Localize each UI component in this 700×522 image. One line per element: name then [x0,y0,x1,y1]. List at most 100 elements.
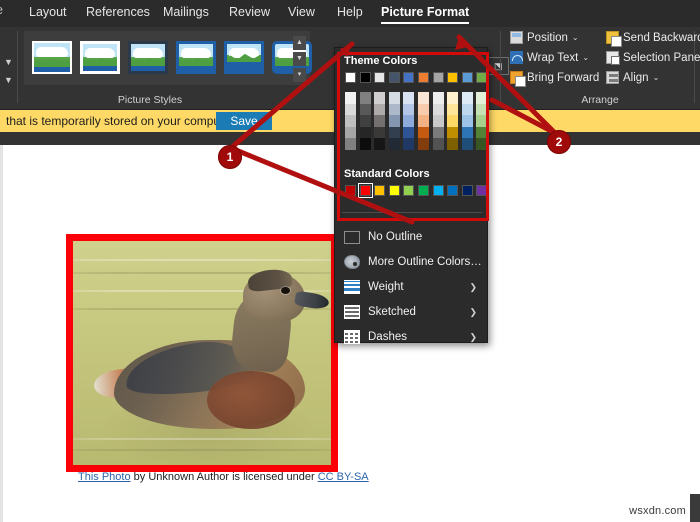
theme-variant-swatch-2-9[interactable] [476,115,488,127]
chevron-down-icon[interactable]: ⌄ [582,53,589,62]
theme-variant-swatch-3-4[interactable] [403,126,415,138]
menu-item-more-outline-colors[interactable]: More Outline Colors… [336,250,487,274]
theme-variant-swatch-2-5[interactable] [418,115,429,127]
caption-link-this-photo[interactable]: This Photo [78,471,131,483]
theme-variant-swatch-3-8[interactable] [461,126,473,138]
standard-color-swatch-6[interactable] [432,185,444,196]
theme-color-swatch-7[interactable] [447,72,459,83]
picture-style-thumb-5[interactable] [224,41,264,74]
tab-layout[interactable]: Layout [26,3,70,22]
theme-variant-swatch-2-6[interactable] [432,115,444,127]
theme-variant-swatch-0-4[interactable] [403,92,415,104]
standard-color-swatch-2[interactable] [374,185,386,196]
theme-variant-swatch-0-7[interactable] [447,92,459,104]
theme-variant-swatch-1-3[interactable] [388,103,400,115]
picture-border-dropdown[interactable]: Theme Colors Standard Colors No Outline … [334,47,488,344]
chevron-down-icon[interactable]: ⌄ [572,33,579,42]
theme-variant-swatch-0-9[interactable] [476,92,488,104]
ribbon-scroll-up-icon[interactable]: ▼ [4,57,13,67]
gallery-scroll-down-icon[interactable]: ▼ [293,52,306,66]
theme-color-swatch-3[interactable] [388,72,400,83]
theme-variant-swatch-1-1[interactable] [359,103,371,115]
theme-variant-swatch-3-3[interactable] [388,126,400,138]
theme-variant-swatch-0-3[interactable] [388,92,400,104]
theme-variant-swatch-0-2[interactable] [374,92,386,104]
theme-variant-swatch-4-1[interactable] [359,138,371,150]
theme-color-swatch-1[interactable] [359,72,371,83]
theme-variant-swatch-4-0[interactable] [345,138,356,150]
standard-color-swatch-4[interactable] [403,185,415,196]
arrange-selection-pane-button[interactable]: Selection Pane [606,51,700,65]
picture-style-thumb-3[interactable] [128,41,168,74]
duck-photo[interactable] [73,241,331,465]
picture-style-thumb-6[interactable] [272,41,312,74]
theme-variant-swatch-2-7[interactable] [447,115,459,127]
picture-style-thumb-1[interactable] [32,41,72,74]
theme-variant-swatch-1-5[interactable] [418,103,429,115]
theme-variant-swatch-3-1[interactable] [359,126,371,138]
tab-mailings[interactable]: Mailings [160,3,212,22]
theme-color-swatch-4[interactable] [403,72,415,83]
standard-color-swatch-8[interactable] [461,185,473,196]
theme-variant-swatch-4-9[interactable] [476,138,488,150]
theme-variant-swatch-4-4[interactable] [403,138,415,150]
menu-item-sketched[interactable]: Sketched ❯ [336,300,487,324]
ribbon-scroll-down-icon[interactable]: ▼ [4,75,13,85]
standard-color-swatch-0[interactable] [345,185,356,196]
caption-link-license[interactable]: CC BY-SA [318,471,369,483]
menu-item-dashes[interactable]: Dashes ❯ [336,325,487,349]
theme-variant-swatch-1-8[interactable] [461,103,473,115]
theme-variant-swatch-0-0[interactable] [345,92,356,104]
gallery-scroll-up-icon[interactable]: ▲ [293,36,306,50]
picture-style-thumb-4[interactable] [176,41,216,74]
theme-color-swatch-9[interactable] [476,72,488,83]
tab-help[interactable]: Help [334,3,366,22]
save-button[interactable]: Save [216,112,272,130]
tab-view[interactable]: View [285,3,318,22]
theme-variant-swatch-2-1[interactable] [359,115,371,127]
theme-variant-swatch-2-0[interactable] [345,115,356,127]
gallery-more-icon[interactable]: ▾ [293,68,306,82]
theme-variant-swatch-0-6[interactable] [432,92,444,104]
tab-references[interactable]: References [83,3,153,22]
theme-variant-swatch-2-4[interactable] [403,115,415,127]
standard-color-swatch-1[interactable] [357,183,373,198]
theme-variant-swatch-0-1[interactable] [359,92,371,104]
standard-color-swatch-9[interactable] [476,185,488,196]
theme-color-swatch-6[interactable] [432,72,444,83]
theme-variant-swatch-3-7[interactable] [447,126,459,138]
arrange-wrap-text-button[interactable]: Wrap Text ⌄ [510,51,589,64]
theme-variant-swatch-4-6[interactable] [432,138,444,150]
theme-variant-swatch-4-3[interactable] [388,138,400,150]
standard-color-swatch-3[interactable] [388,185,400,196]
menu-item-no-outline[interactable]: No Outline [336,225,487,249]
chevron-down-icon[interactable]: ⌄ [653,73,660,82]
theme-variant-swatch-1-6[interactable] [432,103,444,115]
arrange-send-backward-button[interactable]: Send Backward [606,31,700,47]
theme-variant-swatch-3-6[interactable] [432,126,444,138]
theme-variant-swatch-3-9[interactable] [476,126,488,138]
arrange-align-button[interactable]: Align ⌄ [606,71,659,84]
theme-variant-swatch-2-3[interactable] [388,115,400,127]
theme-variant-swatch-1-0[interactable] [345,103,356,115]
theme-color-swatch-8[interactable] [461,72,473,83]
theme-variant-swatch-4-7[interactable] [447,138,459,150]
theme-variant-swatch-4-8[interactable] [461,138,473,150]
theme-variant-swatch-1-4[interactable] [403,103,415,115]
theme-variant-swatch-2-2[interactable] [374,115,386,127]
tab-picture-format[interactable]: Picture Format [378,3,472,24]
theme-variant-swatch-4-2[interactable] [374,138,386,150]
theme-variant-swatch-1-2[interactable] [374,103,386,115]
document-picture-frame[interactable] [66,234,338,472]
theme-variant-swatch-1-7[interactable] [447,103,459,115]
picture-styles-gallery[interactable]: ▲ ▼ ▾ [24,31,312,85]
theme-variant-swatch-3-2[interactable] [374,126,386,138]
theme-variant-swatch-3-5[interactable] [418,126,429,138]
theme-variant-swatch-1-9[interactable] [476,103,488,115]
picture-style-thumb-2[interactable] [80,41,120,74]
standard-color-swatch-5[interactable] [418,185,429,196]
tab-review[interactable]: Review [226,3,273,22]
theme-color-swatch-2[interactable] [374,72,386,83]
theme-color-swatch-0[interactable] [345,72,356,83]
theme-color-swatch-5[interactable] [418,72,429,83]
